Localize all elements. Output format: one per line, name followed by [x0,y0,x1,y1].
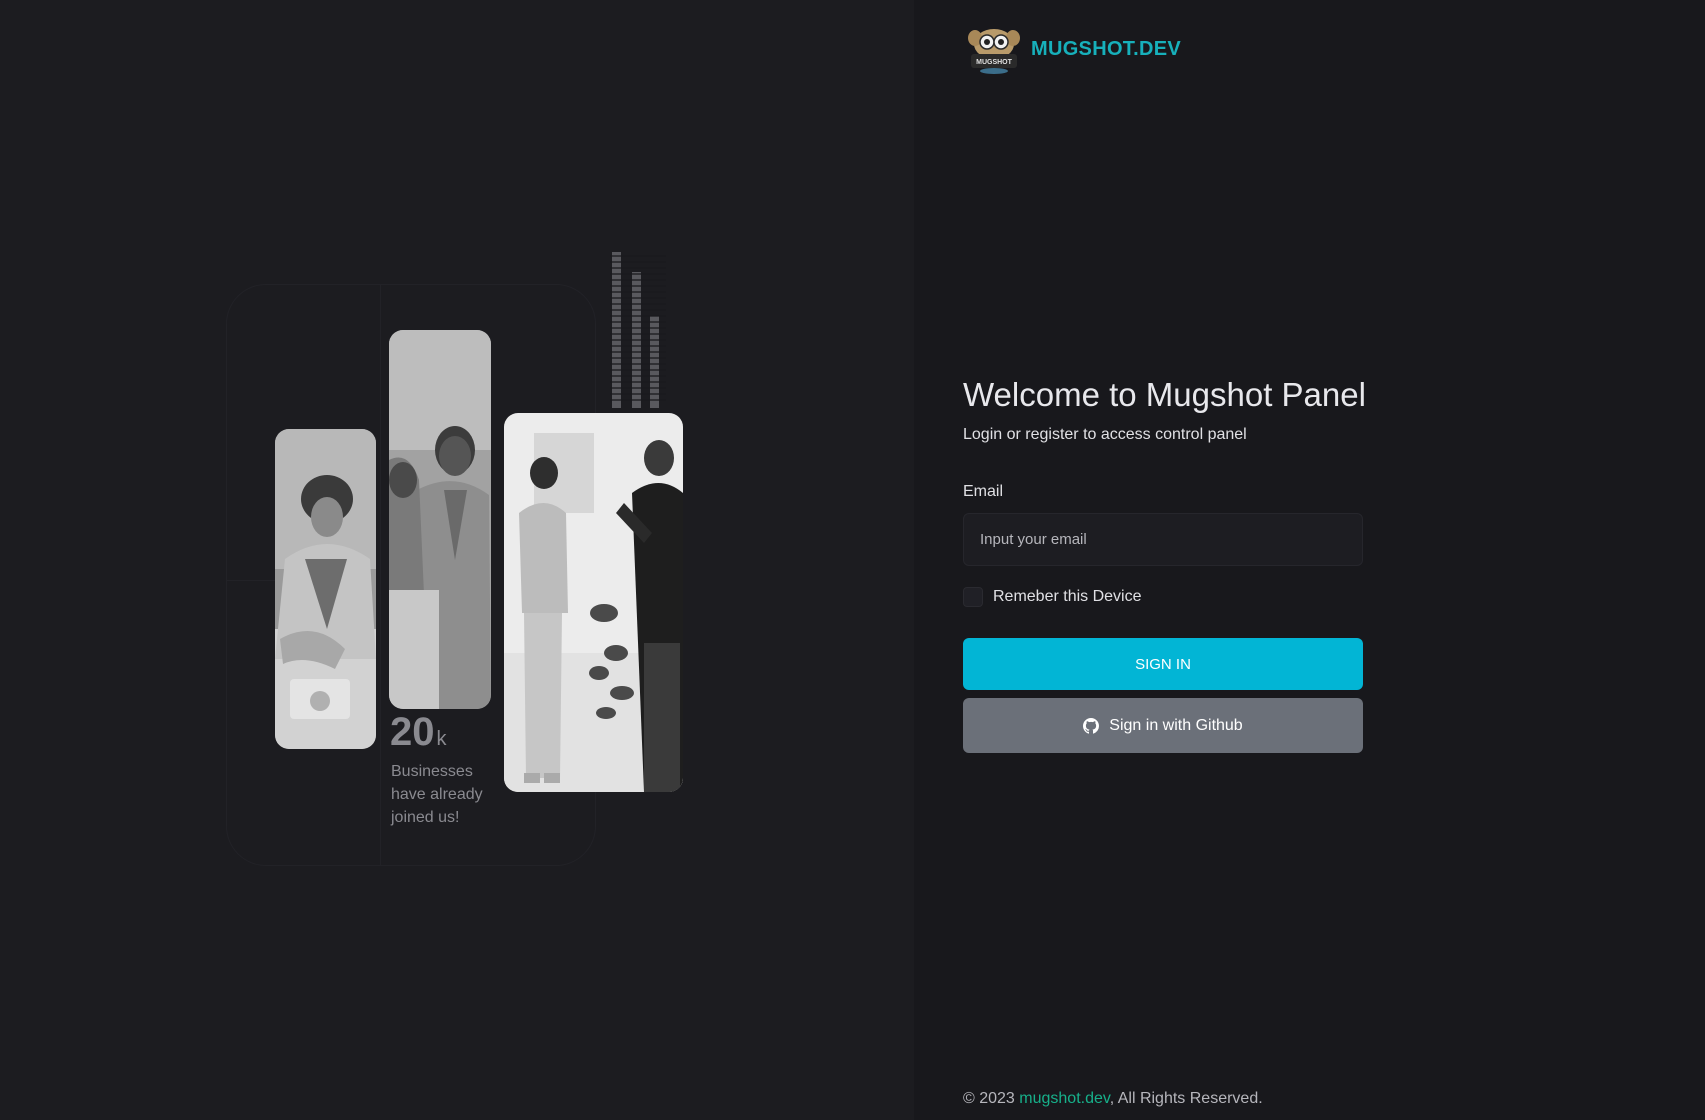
page-title: Welcome to Mugshot Panel [963,376,1366,413]
stat-number: 20 k [390,712,447,752]
github-sign-in-button[interactable]: Sign in with Github [963,698,1363,753]
stat-value: 20 [390,710,435,754]
footer-link[interactable]: mugshot.dev [1019,1090,1109,1107]
github-icon [1083,717,1100,734]
remember-device-label[interactable]: Remeber this Device [993,588,1142,606]
stat-unit: k [436,728,447,750]
remember-device-checkbox[interactable] [963,587,983,607]
brand[interactable]: MUGSHOT MUGSHOT.DEV [963,24,1181,74]
github-button-label: Sign in with Github [1109,716,1243,734]
barcode-decoration [610,252,666,408]
page-subtitle: Login or register to access control pane… [963,426,1247,443]
illustration-panel: 20 k Businesses have already joined us! [0,0,914,1120]
mugshot-logo-icon: MUGSHOT [968,29,1020,74]
photo-smiling-man [389,330,491,709]
email-label: Email [963,483,1004,500]
footer-copyright: © 2023 [963,1090,1020,1107]
photo-office-conversation [504,413,683,792]
login-page: 20 k Businesses have already joined us! M… [0,0,1705,1120]
footer-suffix: , All Rights Reserved. [1109,1090,1263,1107]
sign-in-button[interactable]: SIGN IN [963,638,1363,690]
footer: © 2023 mugshot.dev, All Rights Reserved. [963,1090,1263,1108]
logo-text: MUGSHOT [976,59,1013,66]
remember-device: Remeber this Device [963,587,1142,607]
photo-woman-at-desk [275,429,376,749]
email-field[interactable] [963,513,1363,566]
stat-description: Businesses have already joined us! [391,763,483,826]
brand-name: MUGSHOT.DEV [1031,37,1181,60]
decorative-line [380,284,381,866]
